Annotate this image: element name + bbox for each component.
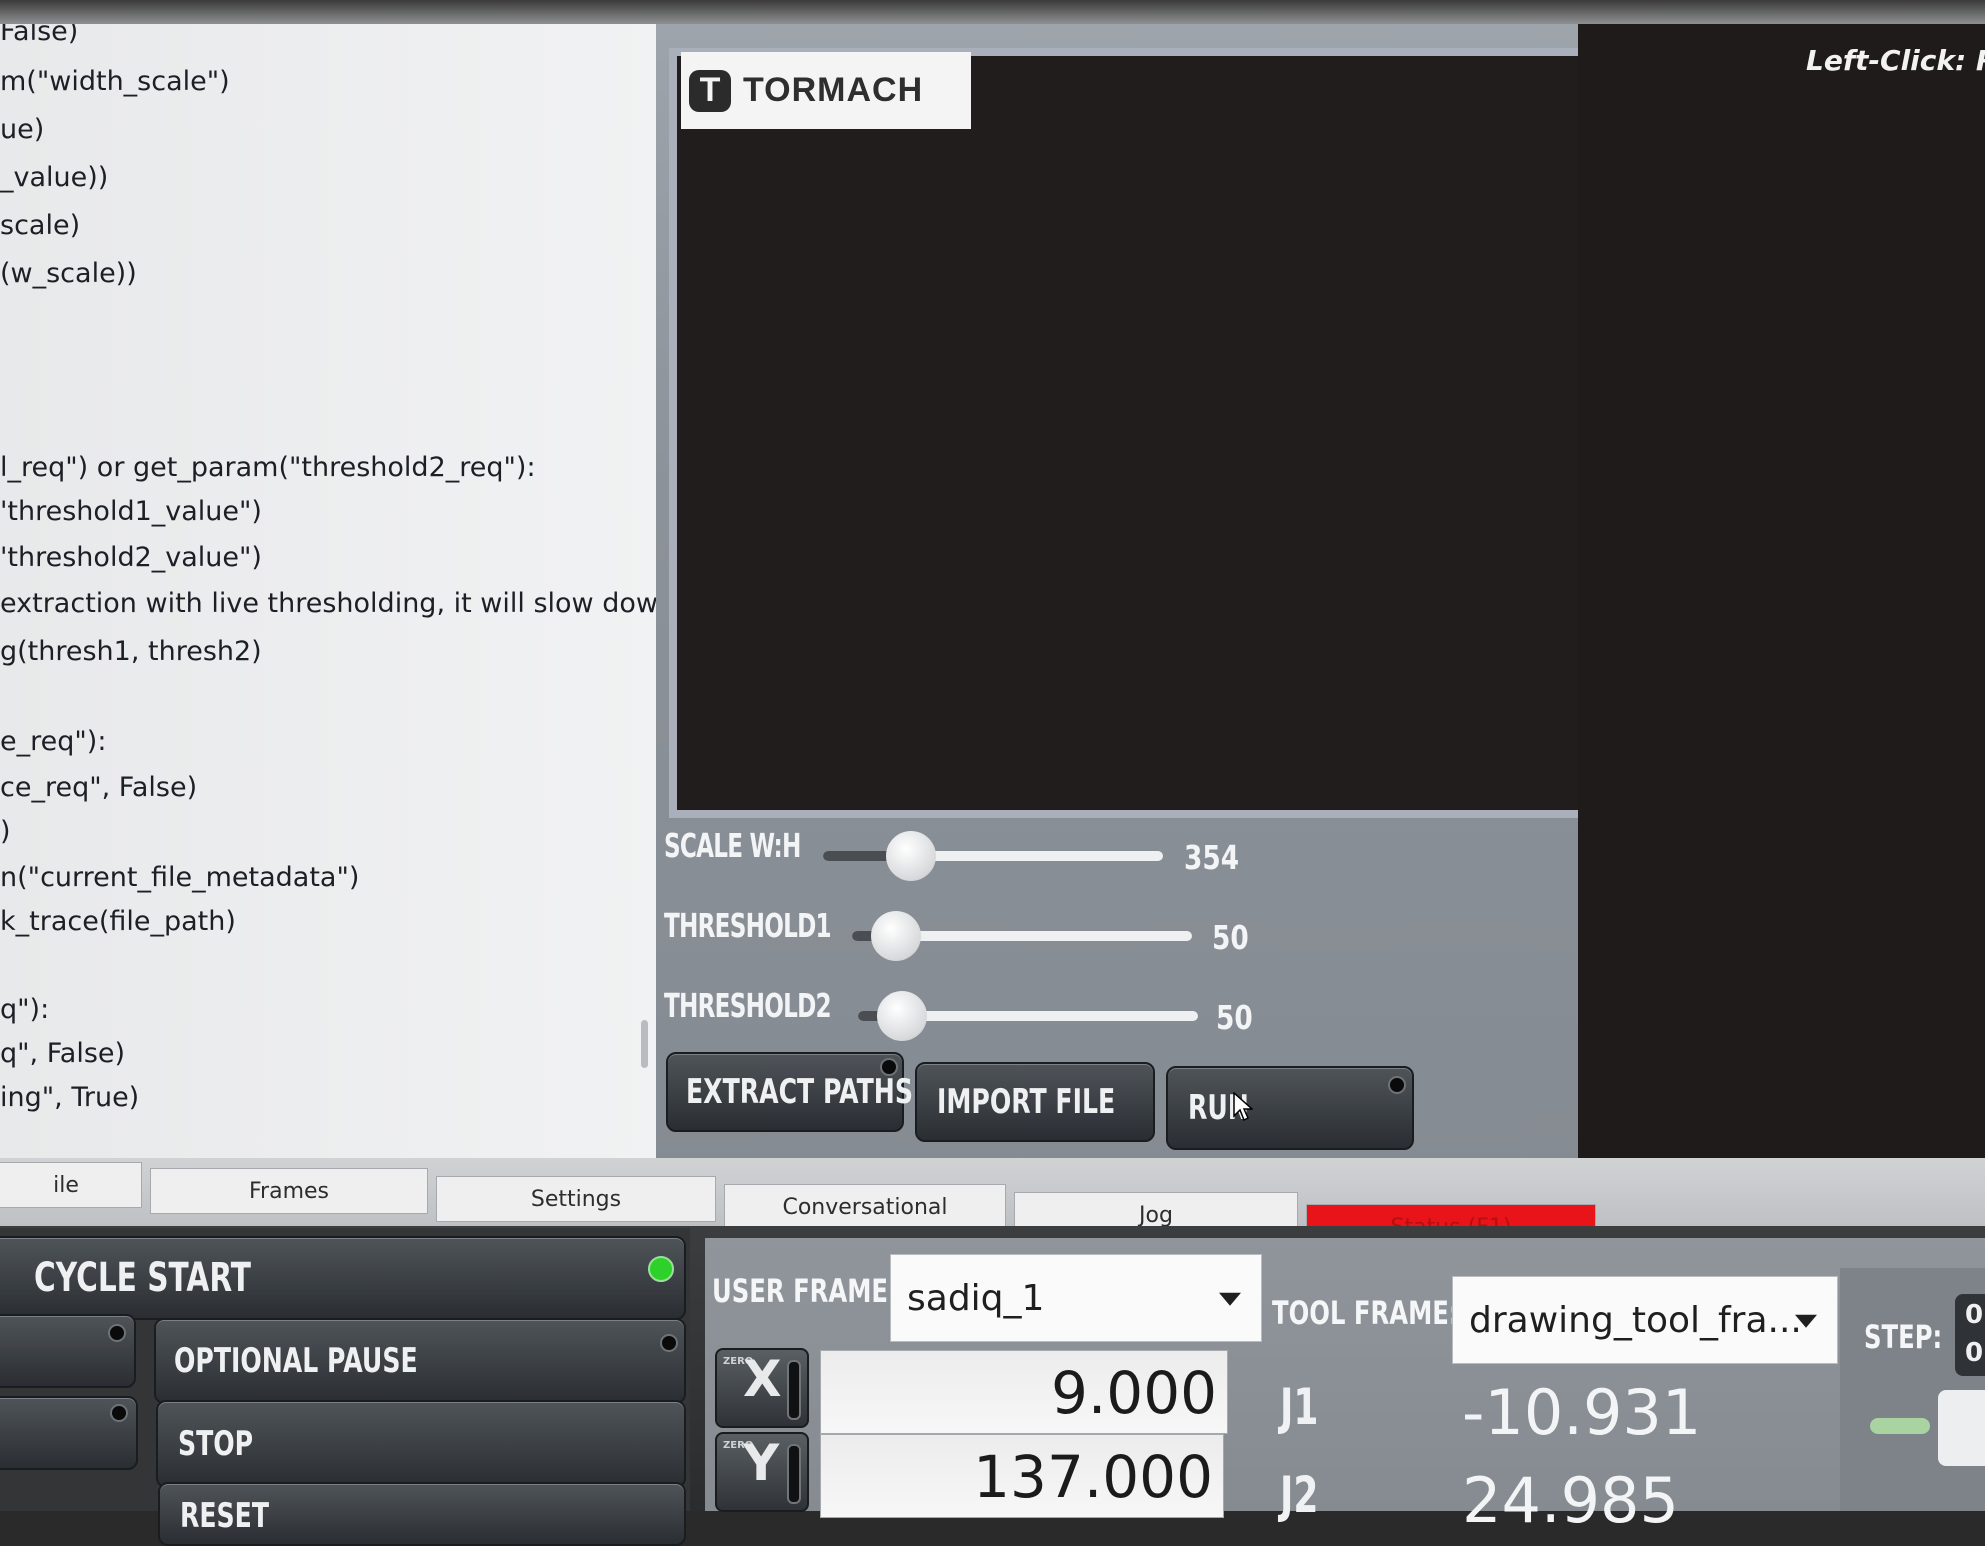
scale-wh-value: 354 (1184, 838, 1240, 877)
top-window-bar (0, 0, 1985, 24)
threshold1-slider-knob[interactable] (871, 911, 922, 961)
chevron-down-icon (1219, 1292, 1241, 1306)
j2-value: 24.985 (1462, 1464, 1679, 1537)
tab-file[interactable]: ile (0, 1162, 142, 1208)
tormach-logo-text: TORMACH (743, 71, 924, 109)
tool-frame-label: TOOL FRAME: (1272, 1294, 1459, 1332)
tormach-logo: T TORMACH (681, 52, 971, 129)
step-option: 0. (1965, 1338, 1985, 1368)
tool-frame-select[interactable]: drawing_tool_fra... (1452, 1276, 1838, 1364)
zero-x-indicator (787, 1360, 801, 1420)
tab-conversational[interactable]: Conversational (724, 1184, 1006, 1230)
threshold2-slider-track[interactable] (858, 991, 1198, 1041)
optional-pause-led (660, 1334, 678, 1352)
code-line: scale) (0, 210, 81, 241)
code-line: ce_req", False) (0, 772, 198, 803)
zero-y-indicator (787, 1444, 801, 1504)
tormach-logo-icon: T (689, 69, 731, 112)
code-line: 'threshold2_value") (0, 542, 262, 573)
y-position-field[interactable]: 137.000 (820, 1434, 1224, 1518)
code-line: ) (0, 816, 11, 847)
code-line: (w_scale)) (0, 258, 137, 289)
code-line: g(thresh1, thresh2) (0, 636, 262, 667)
tab-frames[interactable]: Frames (150, 1168, 428, 1214)
step-options[interactable]: 0 0. (1955, 1294, 1985, 1376)
code-line: False) (0, 24, 79, 47)
scale-wh-label: SCALE W:H (664, 826, 801, 865)
run-button[interactable]: RUN (1166, 1066, 1414, 1150)
x-position-field[interactable]: 9.000 (820, 1350, 1228, 1434)
code-scrollbar[interactable] (641, 1020, 648, 1068)
zero-y-tag: ZERO (723, 1440, 754, 1451)
cycle-start-label: CYCLE START (34, 1255, 251, 1301)
preview-3d-panel[interactable] (1578, 24, 1985, 1194)
code-line: extraction with live thresholding, it wi… (0, 588, 656, 619)
mouse-hint-text: Left-Click: Ro (1806, 44, 1985, 77)
code-line: k_trace(file_path) (0, 906, 236, 937)
reset-label: RESET (180, 1496, 270, 1536)
extract-paths-button[interactable]: EXTRACT PATHS (666, 1052, 913, 1132)
threshold2-value: 50 (1216, 998, 1253, 1037)
stop-label: STOP (178, 1424, 254, 1464)
run-led (1388, 1076, 1406, 1094)
threshold2-slider-knob[interactable] (877, 991, 928, 1041)
m01-break-led (110, 1404, 128, 1422)
threshold1-label: THRESHOLD1 (664, 906, 832, 945)
zero-x-tag: ZERO (723, 1356, 754, 1367)
stop-button[interactable]: STOP (156, 1400, 686, 1488)
zero-x-button[interactable]: ZERO X (715, 1348, 809, 1428)
step-indicator-bar (1870, 1418, 1930, 1434)
threshold1-slider-track[interactable] (852, 911, 1192, 961)
code-line: _value)) (0, 162, 109, 193)
import-file-button[interactable]: IMPORT FILE (915, 1062, 1155, 1142)
threshold2-label: THRESHOLD2 (664, 986, 832, 1025)
j2-label: J2 (1280, 1466, 1319, 1524)
zero-y-axis-letter: Y (743, 1434, 780, 1492)
extract-paths-label: EXTRACT PATHS (686, 1072, 913, 1112)
mouse-cursor-icon (1233, 1092, 1253, 1122)
image-preview-viewer[interactable] (669, 48, 1621, 818)
tab-settings[interactable]: Settings (436, 1176, 716, 1222)
j1-label: J1 (1280, 1378, 1319, 1436)
scale-wh-slider-track[interactable] (823, 831, 1163, 881)
tool-frame-value: drawing_tool_fra... (1469, 1299, 1802, 1341)
step-label: STEP: (1864, 1318, 1943, 1356)
j1-value: -10.931 (1462, 1376, 1702, 1449)
user-frame-select[interactable]: sadiq_1 (890, 1254, 1262, 1342)
user-frame-value: sadiq_1 (907, 1277, 1045, 1319)
code-line: q", False) (0, 1038, 126, 1069)
feedhold-button[interactable] (0, 1314, 136, 1388)
threshold1-value: 50 (1212, 918, 1249, 957)
code-line: 'threshold1_value") (0, 496, 262, 527)
code-line: q"): (0, 994, 50, 1025)
optional-pause-label: OPTIONAL PAUSE (174, 1341, 418, 1381)
zero-x-axis-letter: X (743, 1350, 782, 1408)
cycle-start-button[interactable]: CYCLE START (0, 1236, 686, 1320)
step-option: 0 (1965, 1300, 1984, 1330)
import-file-label: IMPORT FILE (937, 1082, 1116, 1122)
optional-pause-button[interactable]: OPTIONAL PAUSE (154, 1318, 686, 1404)
code-line: e_req"): (0, 726, 107, 757)
zero-y-button[interactable]: ZERO Y (715, 1432, 809, 1512)
chevron-down-icon (1795, 1314, 1817, 1328)
m01-break-button[interactable] (0, 1396, 138, 1470)
reset-button[interactable]: RESET (158, 1482, 686, 1546)
code-line: ing", True) (0, 1082, 140, 1113)
code-line: ue) (0, 114, 45, 145)
extract-paths-led (880, 1058, 898, 1076)
feedhold-led (108, 1324, 126, 1342)
cycle-start-led (648, 1256, 674, 1282)
code-line: m("width_scale") (0, 66, 230, 97)
user-frame-label: USER FRAME: (712, 1272, 898, 1310)
code-line: l_req") or get_param("threshold2_req"): (0, 452, 536, 483)
code-editor-panel[interactable]: False) m("width_scale") ue) _value)) sca… (0, 24, 656, 1158)
code-line: n("current_file_metadata") (0, 862, 360, 893)
step-slider-knob[interactable] (1938, 1390, 1985, 1466)
